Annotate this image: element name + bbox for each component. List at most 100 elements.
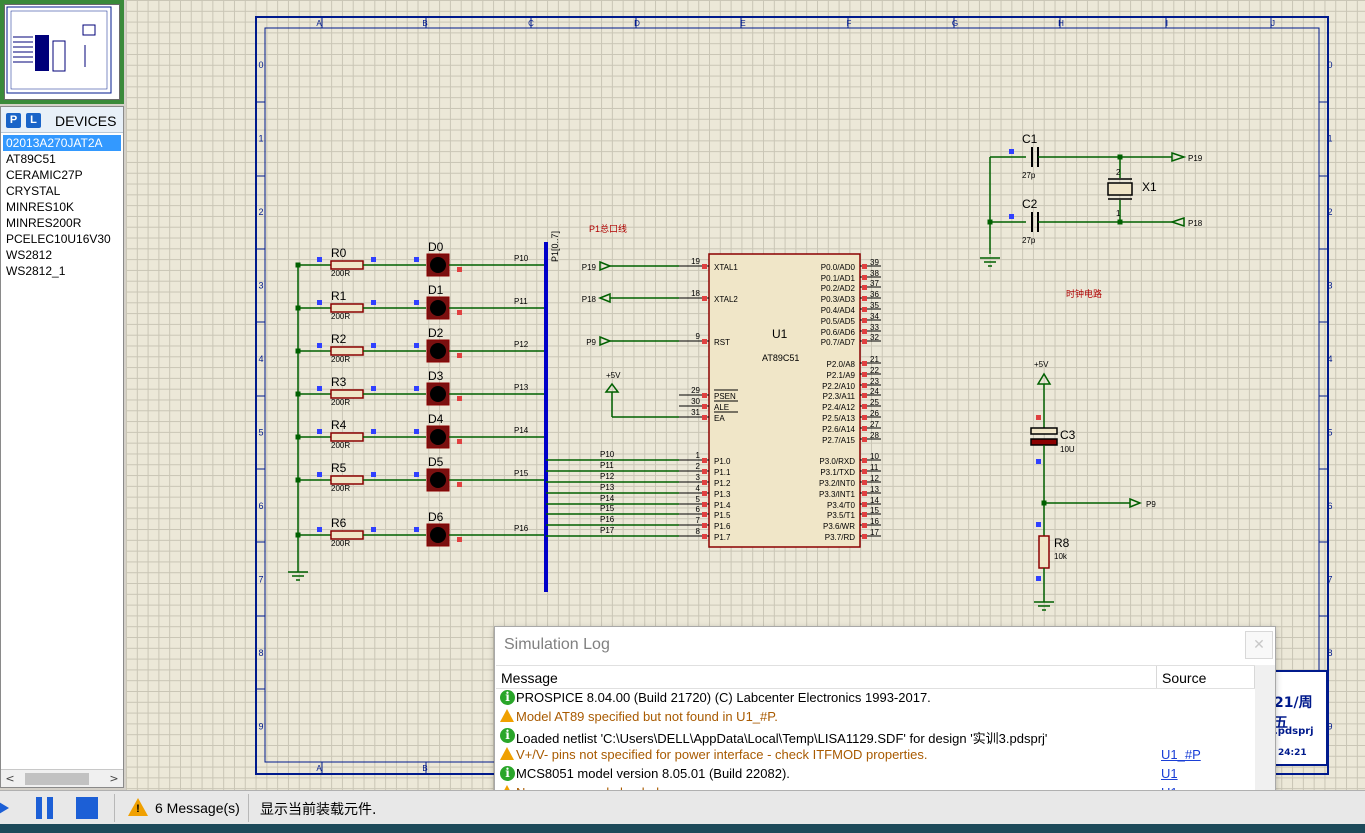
mcu-pin-number: 39 bbox=[870, 258, 879, 267]
net-label: P15 bbox=[600, 504, 615, 513]
mcu-pin-number: 11 bbox=[870, 463, 879, 472]
resistor-ref: R5 bbox=[331, 461, 347, 475]
close-icon[interactable]: ✕ bbox=[1245, 631, 1273, 659]
row-label: 8 bbox=[1327, 648, 1332, 658]
log-source-link[interactable]: U1_#P bbox=[1161, 747, 1201, 762]
mcu-pin-name: P2.3/A11 bbox=[823, 392, 856, 401]
resistor-body bbox=[1038, 535, 1050, 569]
electrolytic-plate bbox=[1030, 427, 1058, 435]
pin-marker bbox=[371, 386, 376, 391]
mcu-pin-number: 17 bbox=[870, 528, 879, 537]
log-row[interactable]: i MCS8051 model version 8.05.01 (Build 22… bbox=[500, 765, 1260, 784]
pin-marker bbox=[702, 502, 707, 507]
resistor-value: 200R bbox=[331, 355, 350, 364]
column-message[interactable]: Message bbox=[501, 670, 558, 686]
net-label: P11 bbox=[514, 297, 528, 306]
led-ref: D4 bbox=[428, 412, 444, 426]
stop-icon[interactable] bbox=[76, 797, 98, 819]
resistor-value: 200R bbox=[331, 441, 350, 450]
mcu-pin-name: XTAL2 bbox=[714, 295, 738, 304]
ground-symbol bbox=[980, 257, 1000, 267]
pin-marker bbox=[457, 439, 462, 444]
row-label: 1 bbox=[1327, 134, 1332, 144]
pin-marker bbox=[862, 296, 867, 301]
device-item[interactable]: MINRES10K bbox=[3, 199, 121, 215]
led-lens bbox=[430, 343, 446, 359]
mcu-pin-number: 26 bbox=[870, 409, 879, 418]
net-label: P10 bbox=[600, 450, 615, 459]
resistor-body bbox=[330, 530, 364, 540]
log-row[interactable]: i Loaded netlist 'C:\Users\DELL\AppData\L… bbox=[500, 727, 1260, 746]
pin-marker bbox=[702, 404, 707, 409]
scrollbar-thumb[interactable] bbox=[25, 773, 89, 785]
log-row[interactable]: ! V+/V- pins not specified for power inte… bbox=[500, 746, 1260, 765]
crystal-body bbox=[1107, 182, 1133, 196]
device-item[interactable]: AT89C51 bbox=[3, 151, 121, 167]
devices-title: DEVICES bbox=[55, 113, 117, 129]
device-item[interactable]: WS2812 bbox=[3, 247, 121, 263]
pin-marker bbox=[702, 491, 707, 496]
overview-thumbnail[interactable] bbox=[4, 4, 120, 100]
pin-marker bbox=[862, 285, 867, 290]
library-manager-button[interactable]: L bbox=[26, 113, 41, 128]
resistor-ref: R0 bbox=[331, 246, 347, 260]
scroll-left-icon[interactable]: < bbox=[3, 771, 17, 787]
mcu-pin-name: P0.6/AD6 bbox=[821, 328, 856, 337]
pin-marker bbox=[317, 300, 322, 305]
overview-preview-icon bbox=[6, 6, 112, 94]
mcu-pin-name: RST bbox=[714, 338, 730, 347]
message-count[interactable]: 6 Message(s) bbox=[155, 800, 240, 816]
device-item[interactable]: MINRES200R bbox=[3, 215, 121, 231]
device-list[interactable]: 02013A270JAT2A AT89C51 CERAMIC27P CRYSTAL MI… bbox=[3, 135, 121, 279]
device-item[interactable]: WS2812_1 bbox=[3, 263, 121, 279]
device-item[interactable]: PCELEC10U16V30 bbox=[3, 231, 121, 247]
column-source[interactable]: Source bbox=[1162, 670, 1206, 686]
mcu-pin-name: P0.4/AD4 bbox=[821, 306, 856, 315]
pin-marker bbox=[414, 343, 419, 348]
device-list-scrollbar[interactable]: < > bbox=[1, 769, 123, 787]
led-ref: D0 bbox=[428, 240, 444, 254]
scroll-right-icon[interactable]: > bbox=[107, 771, 121, 787]
info-icon: i bbox=[500, 766, 515, 781]
row-label: 3 bbox=[1327, 281, 1332, 291]
pin-marker bbox=[862, 426, 867, 431]
pin-marker bbox=[862, 469, 867, 474]
log-source-link[interactable]: U1 bbox=[1161, 766, 1178, 781]
play-icon[interactable] bbox=[0, 799, 9, 817]
resistor-ref: R8 bbox=[1054, 536, 1070, 550]
row-label: 4 bbox=[258, 354, 263, 364]
mcu-pin-number: 27 bbox=[870, 420, 879, 429]
column-label: A bbox=[316, 764, 322, 773]
resistor-value: 200R bbox=[331, 398, 350, 407]
mcu-pin-number: 37 bbox=[870, 279, 879, 288]
device-item[interactable]: CRYSTAL bbox=[3, 183, 121, 199]
column-divider[interactable] bbox=[1156, 666, 1157, 688]
pause-icon[interactable] bbox=[36, 797, 53, 819]
mcu-pin-name: PSEN bbox=[714, 392, 736, 401]
net-label: P16 bbox=[600, 515, 615, 524]
pin-marker bbox=[862, 372, 867, 377]
pin-marker bbox=[1036, 522, 1041, 527]
ground-symbol bbox=[1034, 601, 1054, 611]
mcu-pin-name: P1.6 bbox=[714, 522, 731, 531]
log-row[interactable]: ! Model AT89 specified but not found in U… bbox=[500, 708, 1260, 727]
log-message: V+/V- pins not specified for power inter… bbox=[516, 747, 928, 762]
title-block-file: .pdsprj bbox=[1274, 726, 1314, 737]
terminal-label: P18 bbox=[1188, 219, 1203, 228]
led-ref: D2 bbox=[428, 326, 444, 340]
mcu-pin-name: P3.4/T0 bbox=[827, 501, 856, 510]
log-row[interactable]: i PROSPICE 8.04.00 (Build 21720) (C) Labc… bbox=[500, 689, 1260, 708]
pin-marker bbox=[862, 437, 867, 442]
mcu-pin-number: 30 bbox=[691, 397, 700, 406]
row-label: 9 bbox=[1327, 722, 1332, 732]
mcu-pin-name: EA bbox=[714, 414, 725, 423]
simulation-log-dialog: Simulation Log ✕ Message Source i PROSPIC… bbox=[494, 626, 1276, 816]
crystal-ref: X1 bbox=[1142, 180, 1157, 194]
devices-header: P L DEVICES bbox=[1, 107, 123, 133]
pin-marker bbox=[1009, 149, 1014, 154]
device-item[interactable]: 02013A270JAT2A bbox=[3, 135, 121, 151]
device-item[interactable]: CERAMIC27P bbox=[3, 167, 121, 183]
pick-devices-button[interactable]: P bbox=[6, 113, 21, 128]
pin-marker bbox=[457, 267, 462, 272]
overview-panel[interactable] bbox=[0, 0, 124, 104]
